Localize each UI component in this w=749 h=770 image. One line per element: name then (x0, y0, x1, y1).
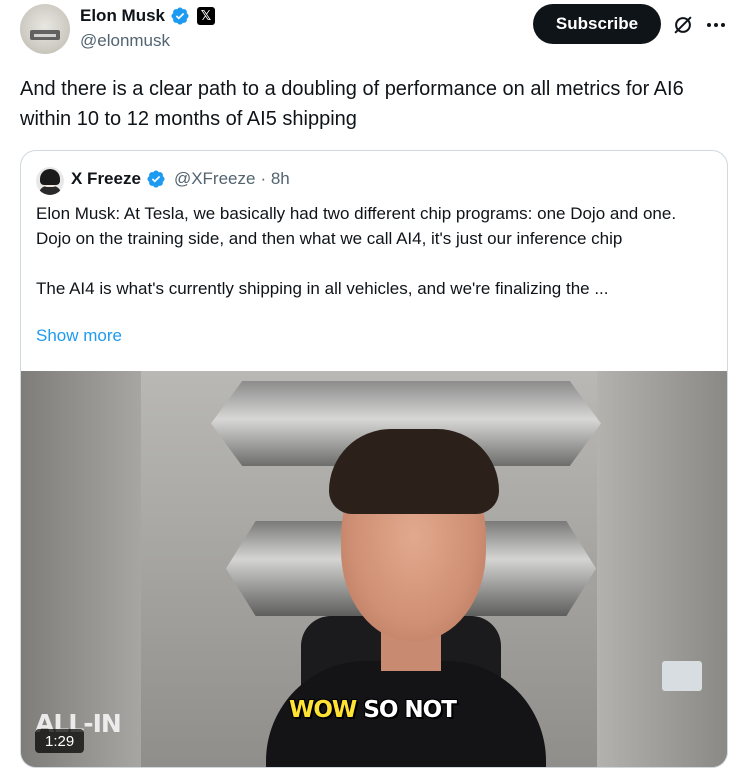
quote-text: Elon Musk: At Tesla, we basically had tw… (36, 201, 712, 301)
show-more-link[interactable]: Show more (36, 326, 122, 346)
dot (714, 23, 718, 27)
quote-timestamp[interactable]: · 8h (260, 169, 289, 189)
quote-author-name[interactable]: X Freeze (71, 169, 141, 189)
quoted-tweet[interactable]: X Freeze @XFreeze · 8h Elon Musk: At Tes… (20, 150, 728, 768)
dot (707, 23, 711, 27)
avatar-image-detail (39, 186, 61, 195)
author-handle[interactable]: @elonmusk (80, 31, 170, 51)
author-avatar[interactable] (20, 4, 70, 54)
caption-text: SO NOT (363, 697, 457, 723)
quote-author-avatar[interactable] (36, 167, 64, 195)
quote-author-header: X Freeze @XFreeze · 8h (71, 169, 290, 189)
video-frame-detail (329, 429, 499, 514)
subscribe-button[interactable]: Subscribe (533, 4, 661, 44)
video-frame-detail (662, 661, 702, 691)
quote-author-handle[interactable]: @XFreeze (174, 169, 256, 189)
author-header: Elon Musk 𝕏 (80, 6, 216, 26)
more-icon[interactable] (705, 14, 727, 36)
verified-badge-icon (147, 170, 165, 188)
video-duration-badge: 1:29 (35, 729, 85, 753)
quote-paragraph: The AI4 is what's currently shipping in … (36, 279, 609, 298)
verified-badge-icon (171, 7, 189, 25)
x-logo-icon[interactable]: 𝕏 (197, 7, 216, 25)
video-frame-detail (597, 371, 727, 767)
tweet-text: And there is a clear path to a doubling … (20, 78, 684, 130)
grok-icon[interactable] (672, 14, 694, 36)
dot (721, 23, 725, 27)
video-caption: WOW SO NOT (289, 697, 457, 723)
caption-highlight: WOW (289, 697, 357, 723)
video-player[interactable]: WOW SO NOT ALL-IN 1:29 (21, 371, 727, 767)
quote-paragraph: Elon Musk: At Tesla, we basically had tw… (36, 204, 677, 248)
avatar-image-detail (34, 34, 56, 37)
author-name[interactable]: Elon Musk (80, 6, 165, 26)
avatar-image-detail (40, 169, 60, 185)
